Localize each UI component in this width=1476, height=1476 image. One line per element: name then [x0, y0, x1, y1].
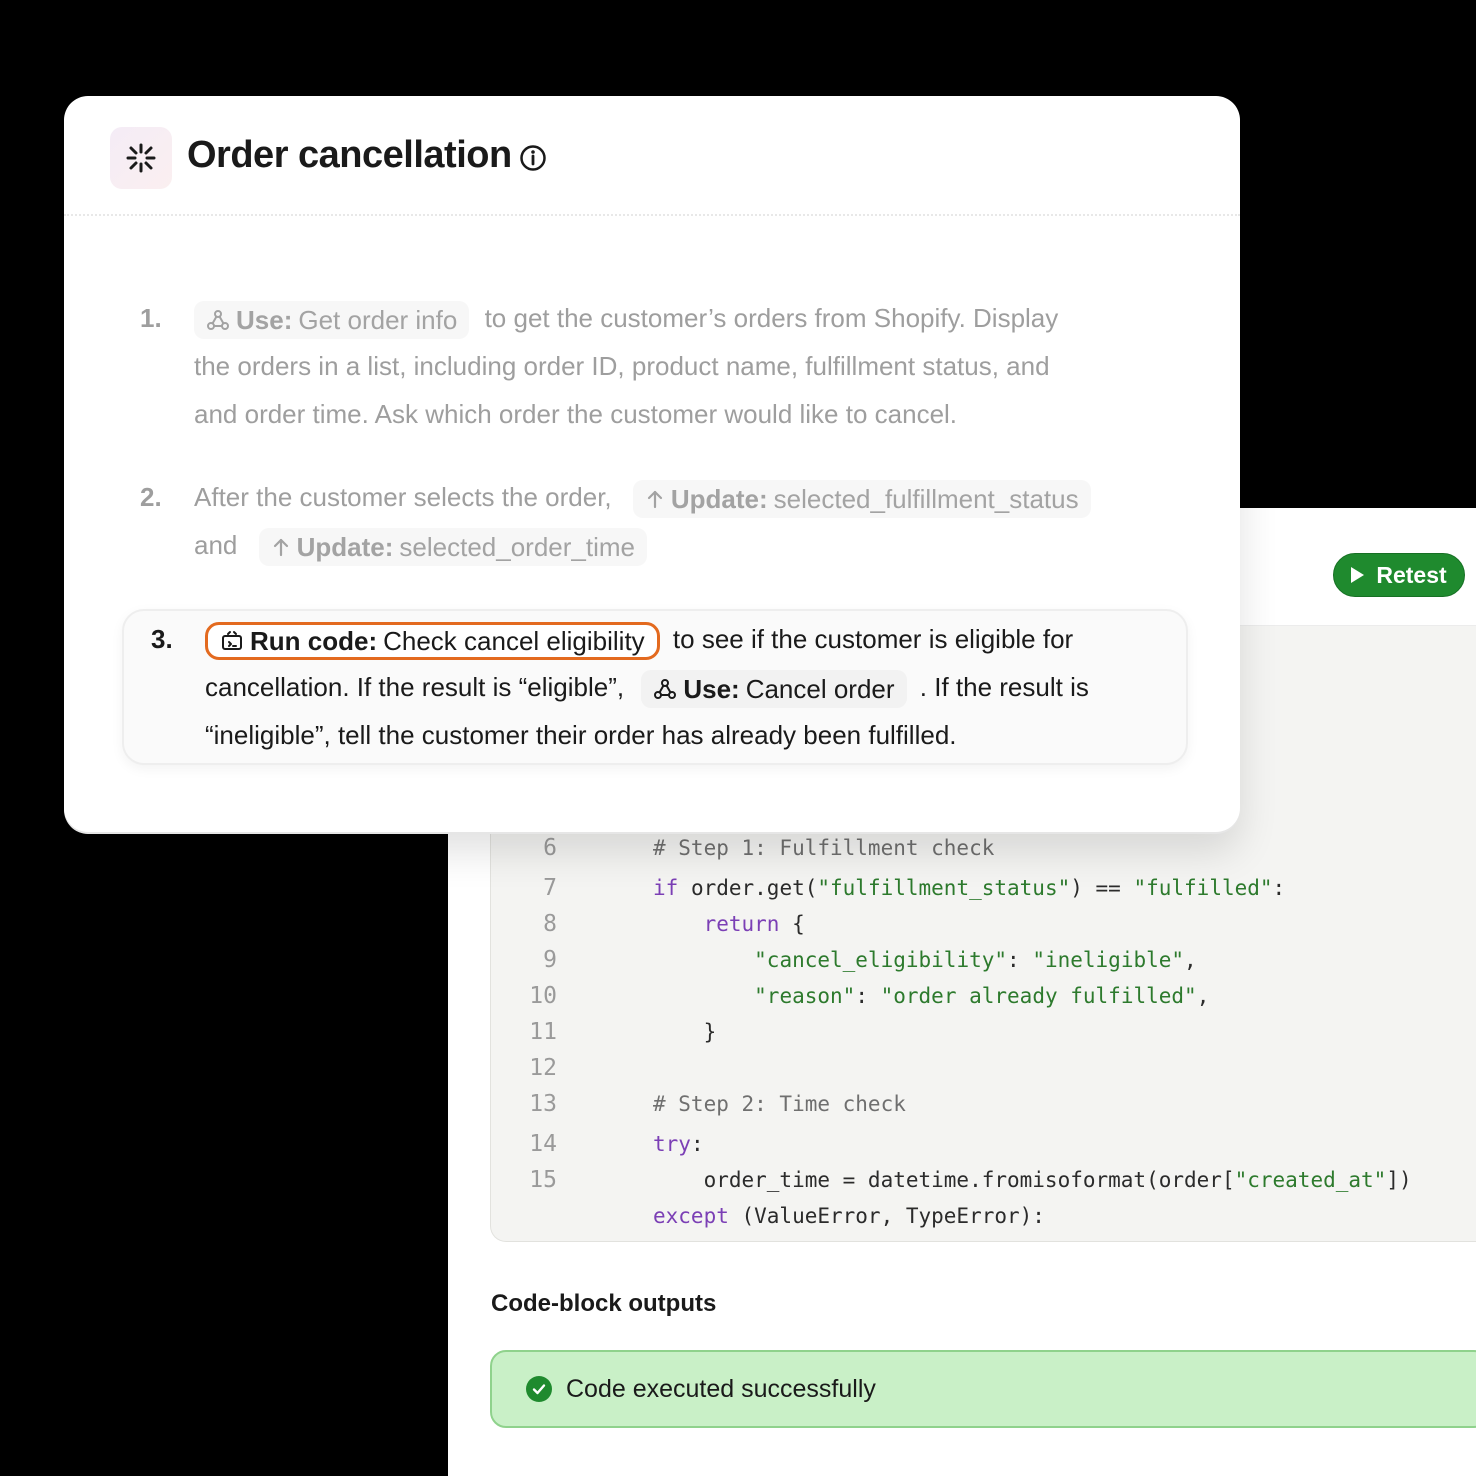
step-1-number: 1.	[140, 303, 162, 333]
chip-value: Check cancel eligibility	[383, 626, 645, 657]
code-text: try:	[653, 1132, 704, 1156]
chip-label: Update:	[296, 532, 394, 563]
webhook-icon	[207, 310, 229, 331]
chip-label: Run code:	[250, 626, 378, 657]
chip-value: selected_order_time	[399, 532, 635, 563]
code-line[interactable]: 7 if order.get("fulfillment_status") == "…	[491, 870, 1476, 906]
code-line[interactable]: 13 # Step 2: Time check	[491, 1086, 1476, 1122]
use-get-order-info-chip[interactable]: Use: Get order info	[194, 301, 470, 340]
code-text: "reason": "order already fulfilled",	[754, 984, 1210, 1008]
code-line[interactable]: 8 return {	[491, 906, 1476, 942]
check-circle-icon	[526, 1376, 552, 1402]
code-line[interactable]: 10 "reason": "order already fulfilled",	[491, 978, 1476, 1014]
use-cancel-order-chip[interactable]: Use: Cancel order	[641, 670, 907, 709]
code-line[interactable]: 12	[491, 1050, 1476, 1086]
code-text: order_time = datetime.fromisoformat(orde…	[653, 1168, 1412, 1192]
page-title: Order cancellation	[187, 134, 512, 176]
code-line[interactable]: 9 "cancel_eligibility": "ineligible",	[491, 942, 1476, 978]
step-3-text-2: cancellation. If the result is “eligible…	[205, 672, 625, 702]
code-line[interactable]: except (ValueError, TypeError):	[491, 1198, 1476, 1234]
webhook-icon	[654, 679, 677, 700]
code-run-icon	[222, 631, 242, 651]
step-3-number: 3.	[151, 624, 173, 654]
line-number: 6	[543, 835, 557, 861]
code-line[interactable]: 11 }	[491, 1014, 1476, 1050]
code-text: # Step 1: Fulfillment check	[653, 836, 995, 860]
line-number: 7	[543, 875, 557, 901]
success-message: Code executed successfully	[490, 1350, 1476, 1428]
step-1: Use: Get order info to get the customer’…	[194, 294, 1194, 438]
retest-label: Retest	[1376, 561, 1447, 588]
line-number: 14	[529, 1131, 557, 1157]
step-3-text-3: . If the result is	[919, 672, 1089, 702]
line-number: 11	[529, 1019, 557, 1045]
update-order-time-chip[interactable]: Update: selected_order_time	[258, 528, 647, 567]
step-2-number: 2.	[140, 482, 162, 512]
step-2-text-1: After the customer selects the order,	[194, 482, 612, 512]
info-icon[interactable]	[519, 144, 547, 172]
step-1-text-1: to get the customer’s orders from Shopif…	[484, 303, 1059, 333]
chip-label: Update:	[670, 484, 768, 515]
step-2-text-and: and	[194, 530, 238, 560]
arrow-up-icon	[647, 491, 662, 509]
line-number: 10	[529, 983, 557, 1009]
logo-icon	[110, 127, 172, 189]
chip-label: Use:	[236, 305, 293, 336]
chip-value: selected_fulfillment_status	[773, 484, 1079, 515]
chip-label: Use:	[683, 674, 740, 705]
outputs-title: Code-block outputs	[491, 1290, 717, 1317]
step-1-text-3: and order time. Ask which order the cust…	[194, 399, 958, 429]
line-number: 8	[543, 911, 557, 937]
arrow-up-icon	[273, 539, 288, 557]
line-number: 12	[529, 1055, 557, 1081]
code-text: if order.get("fulfillment_status") == "f…	[653, 876, 1286, 900]
code-line[interactable]: 15 order_time = datetime.fromisoformat(o…	[491, 1162, 1476, 1198]
success-text: Code executed successfully	[566, 1374, 876, 1403]
step-3-text-4: “ineligible”, tell the customer their or…	[205, 720, 957, 750]
code-text: }	[653, 1020, 717, 1044]
code-line[interactable]: 14 try:	[491, 1126, 1476, 1162]
code-line[interactable]: 6 # Step 1: Fulfillment check	[491, 830, 1476, 866]
code-text: except (ValueError, TypeError):	[653, 1204, 1045, 1228]
code-text: "cancel_eligibility": "ineligible",	[754, 948, 1197, 972]
card-header: Order cancellation	[64, 96, 1240, 216]
update-fulfillment-status-chip[interactable]: Update: selected_fulfillment_status	[632, 480, 1091, 519]
retest-button[interactable]: Retest	[1333, 553, 1465, 597]
line-number: 15	[529, 1167, 557, 1193]
step-2: After the customer selects the order, Up…	[194, 473, 1214, 569]
step-3-text-1: to see if the customer is eligible for	[672, 624, 1074, 654]
play-icon	[1351, 567, 1365, 583]
step-1-text-2: the orders in a list, including order ID…	[194, 351, 1050, 381]
run-code-check-eligibility-chip[interactable]: Run code: Check cancel eligibility	[205, 622, 660, 661]
line-number: 9	[543, 947, 557, 973]
code-text: # Step 2: Time check	[653, 1092, 906, 1116]
chip-value: Get order info	[298, 305, 458, 336]
order-cancellation-card: Order cancellation 1. Use: Get order inf…	[64, 96, 1240, 832]
line-number: 13	[529, 1091, 557, 1117]
chip-value: Cancel order	[745, 674, 895, 705]
step-3: Run code: Check cancel eligibility to se…	[205, 615, 1195, 759]
code-text: return {	[703, 912, 805, 936]
